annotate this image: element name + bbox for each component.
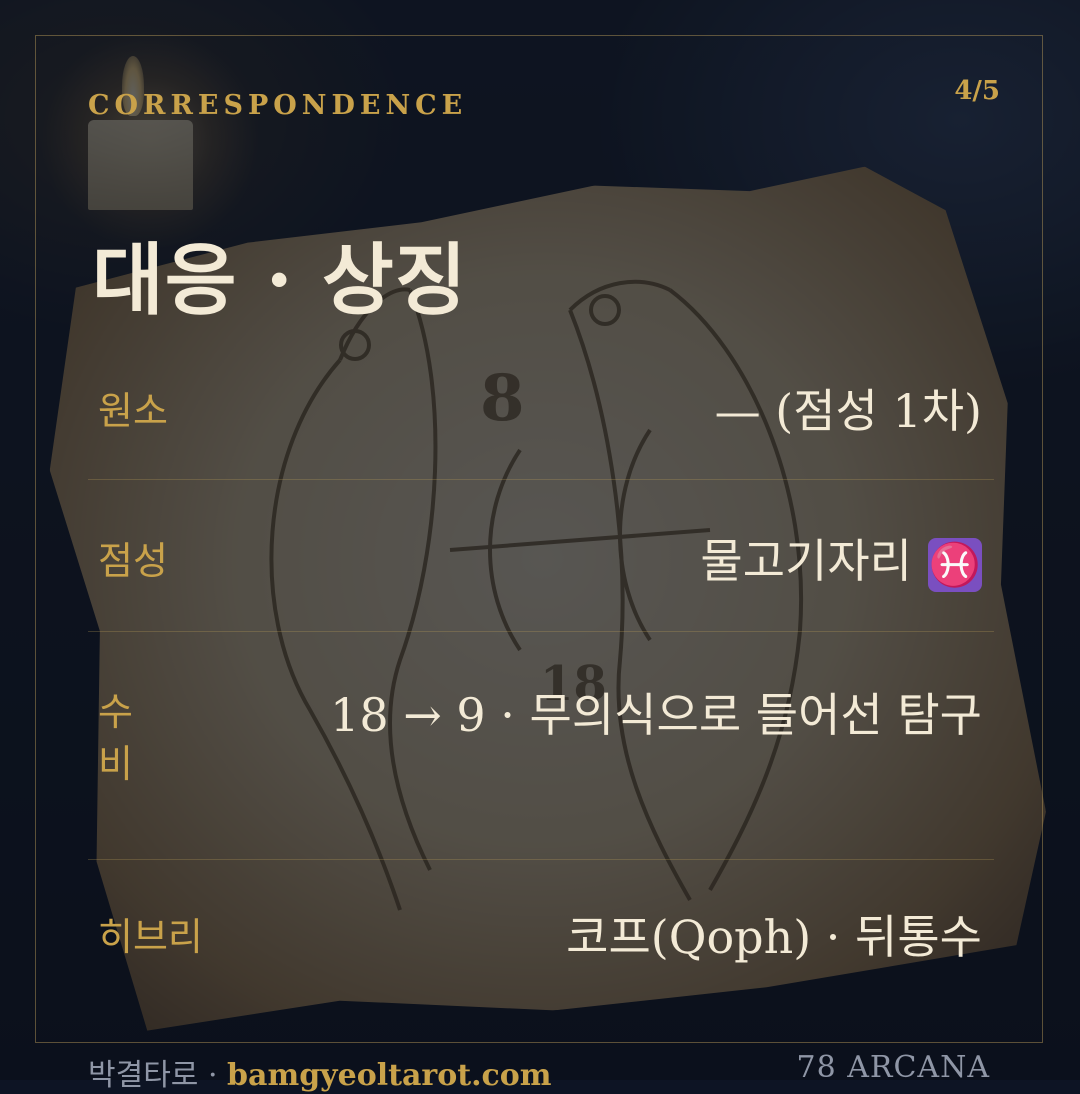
- table-row: 수비 18 → 9 · 무의식으로 들어선 탐구: [88, 632, 994, 860]
- row-value-astrology: 물고기자리 ♓: [700, 534, 994, 592]
- pisces-icon: ♓: [928, 538, 982, 592]
- table-row: 히브리 코프(Qoph) · 뒤통수: [88, 860, 994, 1020]
- row-key-astrology: 점성: [98, 539, 168, 583]
- page-title: 대응 · 상징: [92, 235, 468, 326]
- site-link[interactable]: bamgyeoltarot.com: [227, 1058, 552, 1093]
- brand-name: 박결타로: [88, 1058, 199, 1093]
- section-label: CORRESPONDENCE: [88, 90, 468, 121]
- row-key-element: 원소: [98, 389, 168, 433]
- correspondence-table: 원소 — (점성 1차) 점성 물고기자리 ♓ 수비 18 → 9 · 무의식으로…: [88, 330, 994, 1020]
- row-key-numerology: 수비: [98, 690, 133, 786]
- page-indicator: 4/5: [954, 76, 1000, 106]
- footer-separator: ·: [207, 1058, 218, 1093]
- row-value-numerology: 18 → 9 · 무의식으로 들어선 탐구: [330, 688, 982, 742]
- footer-brand: 박결타로 · bamgyeoltarot.com: [88, 1050, 552, 1094]
- table-row: 점성 물고기자리 ♓: [88, 480, 994, 632]
- row-key-hebrew: 히브리: [98, 915, 203, 959]
- astrology-sign-text: 물고기자리: [700, 534, 912, 588]
- table-row: 원소 — (점성 1차): [88, 330, 994, 480]
- row-value-hebrew: 코프(Qoph) · 뒤통수: [566, 910, 982, 964]
- row-value-element: — (점성 1차): [714, 384, 982, 438]
